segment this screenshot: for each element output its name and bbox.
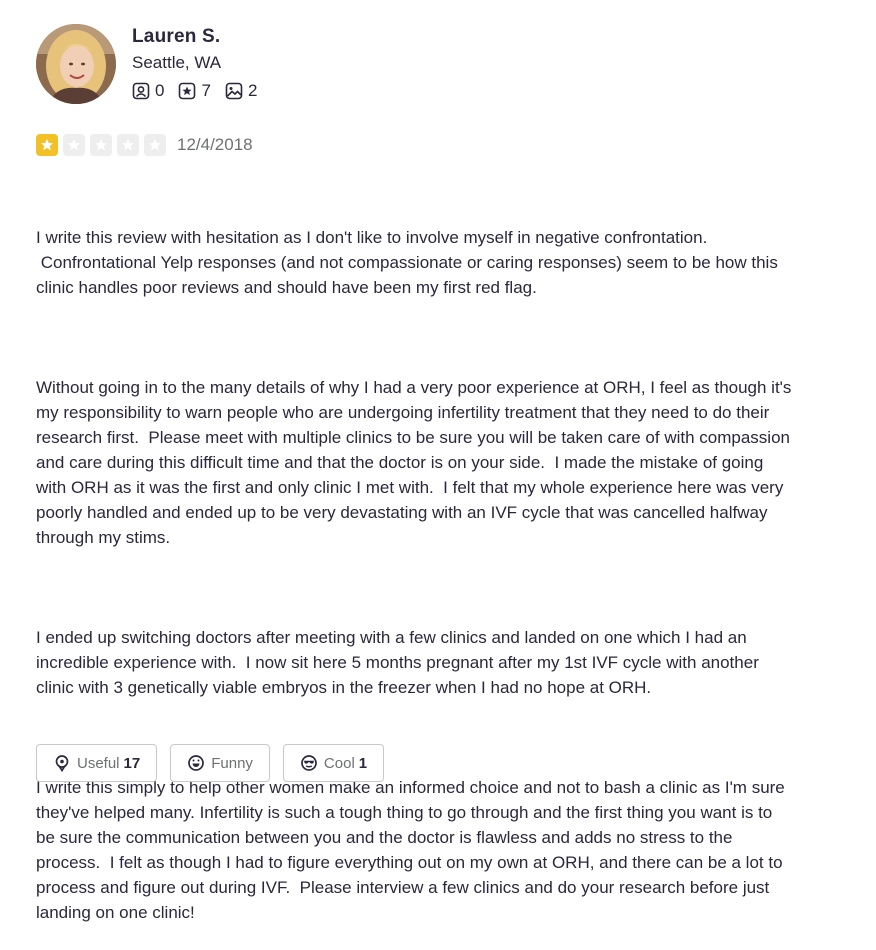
user-location: Seattle, WA xyxy=(132,53,222,72)
cool-button[interactable]: Cool 1 xyxy=(282,744,385,782)
reviews-count: 7 xyxy=(201,81,211,100)
reaction-buttons: Useful 17 Funny Cool 1 xyxy=(36,744,397,782)
useful-button[interactable]: Useful 17 xyxy=(36,744,158,782)
star-empty xyxy=(117,134,139,156)
smile-icon xyxy=(188,755,205,771)
review-paragraph-4: I write this simply to help other women … xyxy=(36,778,785,922)
cool-label: Cool xyxy=(323,754,355,772)
star-icon xyxy=(149,139,161,151)
review-text: I write this review with hesitation as I… xyxy=(36,175,866,950)
review-paragraph-3: I ended up switching doctors after meeti… xyxy=(36,628,759,697)
avatar[interactable] xyxy=(36,24,116,104)
star-icon xyxy=(122,139,134,151)
funny-label: Funny xyxy=(211,754,253,772)
star-icon xyxy=(68,139,80,151)
user-stats: 0 7 2 xyxy=(132,81,271,101)
user-info: Lauren S. Seattle, WA 0 7 2 xyxy=(132,24,271,101)
lightbulb-icon xyxy=(55,755,69,772)
review-paragraph-1: I write this review with hesitation as I… xyxy=(36,228,778,297)
star-empty xyxy=(144,134,166,156)
user-header: Lauren S. Seattle, WA 0 7 2 xyxy=(36,24,271,104)
friends-stat: 0 xyxy=(132,81,164,101)
star-empty xyxy=(63,134,85,156)
photo-icon xyxy=(225,82,243,100)
star-empty xyxy=(90,134,112,156)
review-date: 12/4/2018 xyxy=(177,135,253,154)
star-rating xyxy=(36,134,171,156)
photos-stat: 2 xyxy=(225,81,257,101)
review-paragraph-2: Without going in to the many details of … xyxy=(36,378,792,547)
useful-count: 17 xyxy=(123,754,141,772)
star-icon xyxy=(95,139,107,151)
friends-icon xyxy=(132,82,150,100)
cool-count: 1 xyxy=(358,754,368,772)
sunglasses-icon xyxy=(301,755,317,771)
friends-count: 0 xyxy=(155,81,165,100)
avatar-photo xyxy=(36,24,116,104)
rating-row: 12/4/2018 xyxy=(36,134,253,156)
reviews-stat: 7 xyxy=(178,81,211,101)
star-filled xyxy=(36,134,58,156)
star-badge-icon xyxy=(179,82,196,100)
star-icon xyxy=(41,139,53,151)
user-name[interactable]: Lauren S. xyxy=(132,25,271,49)
useful-label: Useful xyxy=(77,754,120,772)
photos-count: 2 xyxy=(247,81,258,100)
funny-button[interactable]: Funny xyxy=(170,744,270,782)
